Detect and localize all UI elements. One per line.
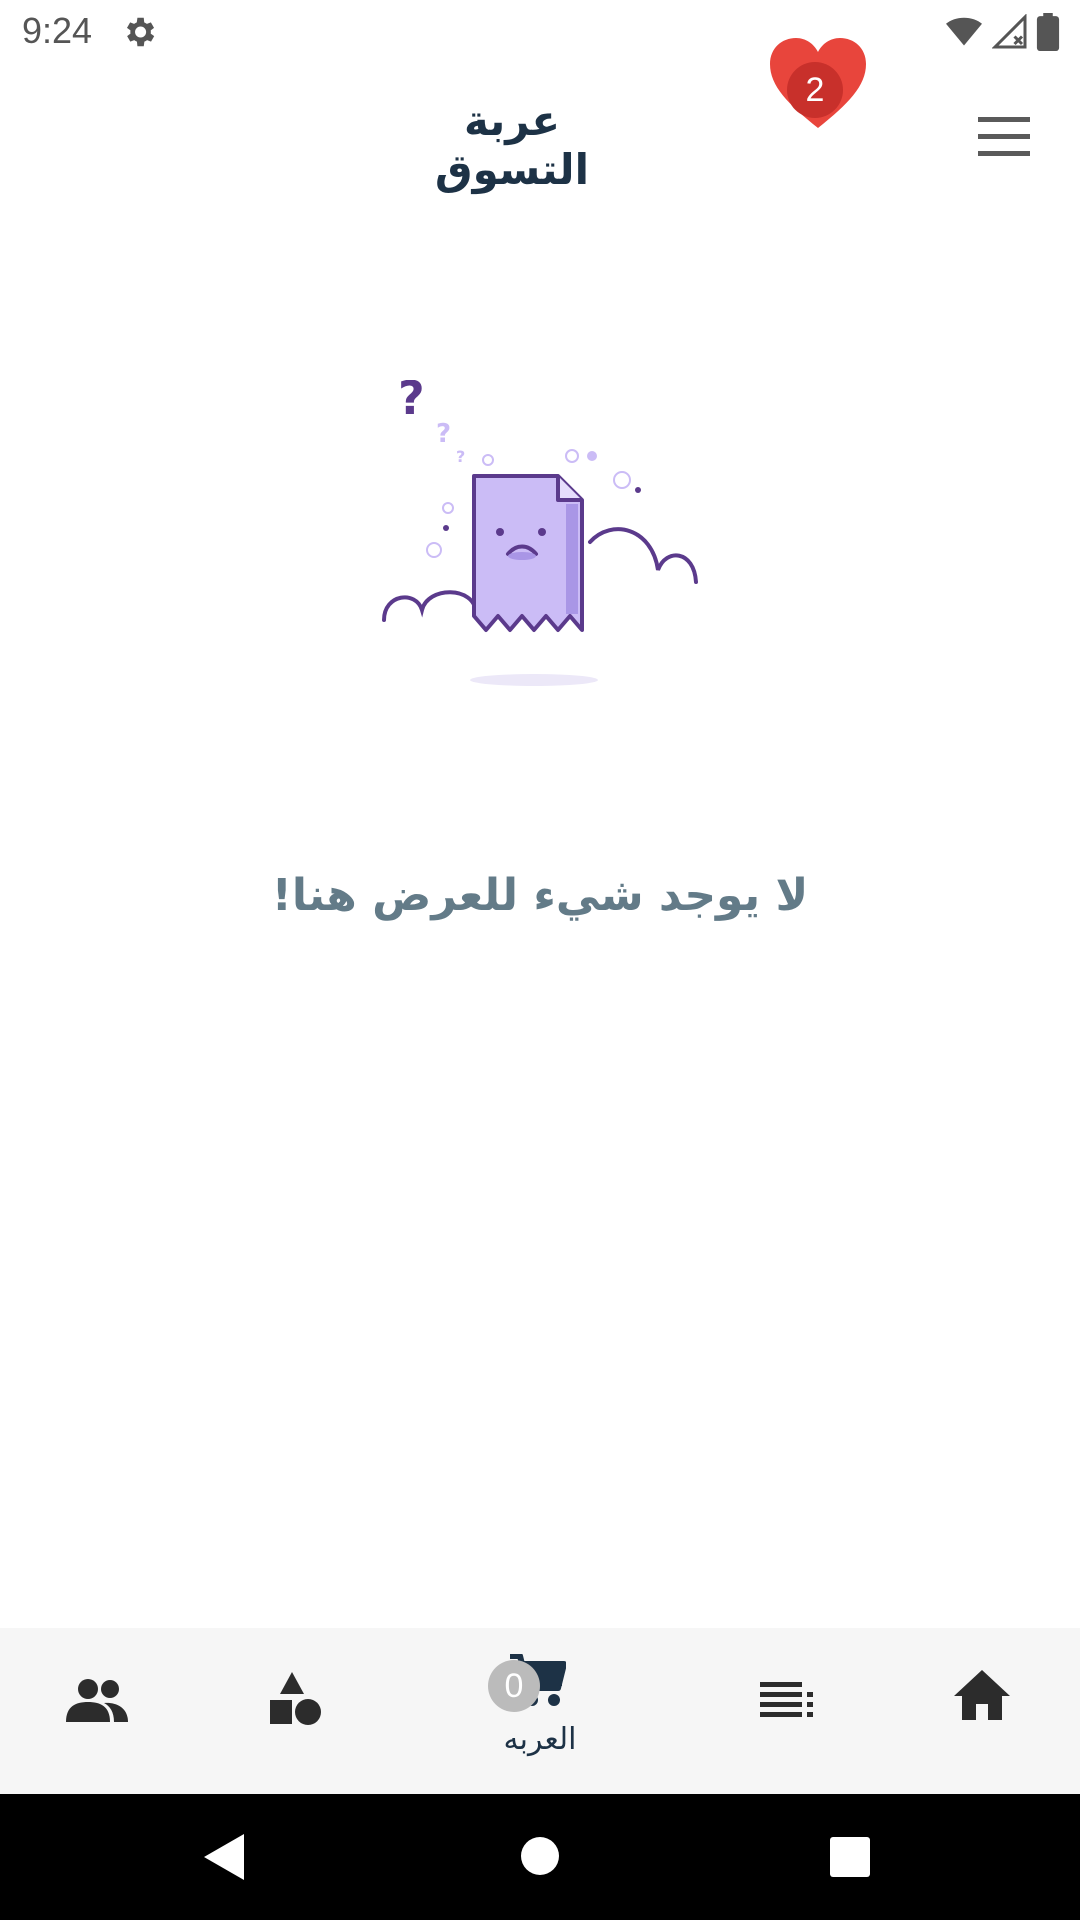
people-icon[interactable] [66,1678,130,1722]
app-bar: عربة التسوق [0,66,1080,200]
signal-icon [992,14,1027,49]
recents-icon[interactable] [830,1837,870,1877]
back-icon[interactable] [204,1834,244,1880]
home-icon[interactable] [954,1670,1010,1720]
battery-icon [1036,13,1060,51]
favorites-count-badge: 2 [787,62,843,118]
page-title: عربة التسوق [435,96,589,194]
sad-document-icon: ? ? ? [382,380,698,686]
empty-state-message: لا يوجد شيء للعرض هنا! [271,870,809,921]
hamburger-menu-icon[interactable] [978,117,1030,157]
svg-text:?: ? [398,380,425,425]
bottom-navigation [0,1628,1080,1794]
system-navigation-bar [0,1794,1080,1920]
shapes-icon[interactable] [268,1672,324,1726]
list-icon[interactable] [760,1682,814,1718]
nav-label-cart[interactable]: العربه [470,1722,610,1757]
home-circle-icon[interactable] [520,1836,560,1876]
status-icons [944,12,1060,52]
cart-count-badge: 0 [488,1660,540,1712]
settings-icon [126,17,155,47]
status-time: 9:24 [22,10,93,51]
screen: 9:24 عربة التسوق 2 ? ? ? لا يوجد شيء للع… [0,0,1080,1920]
status-bar: 9:24 [0,0,1080,66]
wifi-icon [946,17,982,46]
svg-text:?: ? [456,447,465,466]
svg-text:?: ? [436,419,451,449]
